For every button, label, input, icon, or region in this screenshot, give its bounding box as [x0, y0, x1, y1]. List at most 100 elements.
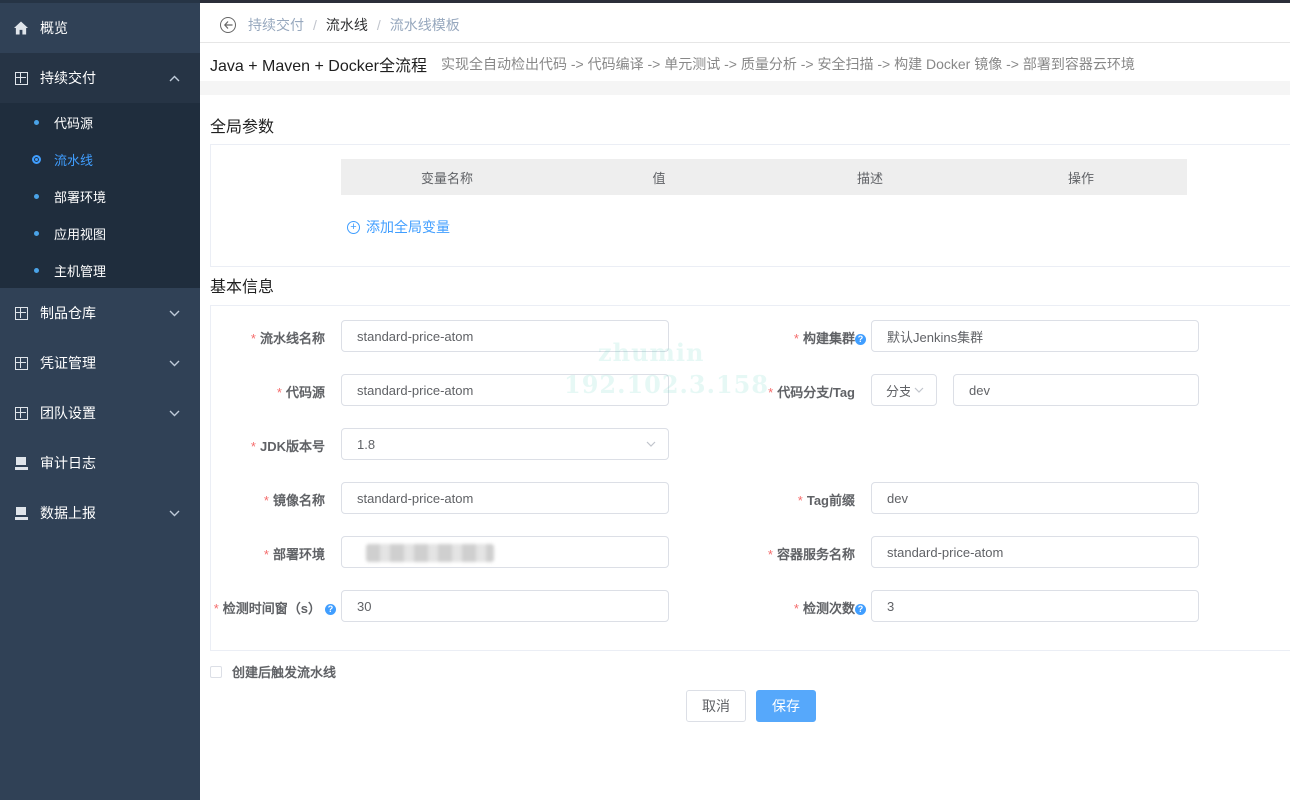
grid-icon: [14, 306, 28, 320]
home-icon: [14, 21, 28, 35]
monitor-icon: [14, 506, 28, 520]
bullet-icon: [34, 231, 39, 236]
redacted-value: [366, 544, 494, 562]
chevron-down-icon: [169, 356, 180, 370]
build-cluster-select[interactable]: 默认Jenkins集群: [871, 320, 1199, 352]
breadcrumb-item-pipeline-template: 流水线模板: [389, 17, 460, 33]
jdk-version-label: * JDK版本号: [250, 439, 325, 454]
check-window-input[interactable]: 30: [341, 590, 669, 622]
check-count-input[interactable]: 3: [871, 590, 1199, 622]
breadcrumb-item-pipeline[interactable]: 流水线: [326, 15, 368, 35]
chevron-down-icon: [914, 384, 924, 396]
check-count-label: * 检测次数?: [794, 598, 866, 617]
sidebar-item-continuous-delivery[interactable]: 持续交付: [0, 53, 200, 103]
check-window-label: * 检测时间窗（s）?: [214, 598, 336, 617]
pipeline-description: 实现全自动检出代码 -> 代码编译 -> 单元测试 -> 质量分析 -> 安全扫…: [441, 56, 1135, 72]
watermark-user: zhumin: [598, 338, 705, 367]
plus-circle-icon: +: [347, 220, 360, 234]
sidebar-item-label: 审计日志: [40, 455, 96, 471]
sidebar-item-label: 制品仓库: [40, 305, 96, 321]
sidebar-item-credentials[interactable]: 凭证管理: [0, 338, 200, 388]
sidebar-subitem-label: 部署环境: [54, 190, 107, 205]
column-header-description: 描述: [856, 170, 884, 186]
sidebar-subitem-deploy-env[interactable]: 部署环境: [0, 178, 200, 215]
breadcrumb-separator: /: [313, 17, 317, 33]
global-params-card: 变量名称 值 描述 操作 + 添加全局变量: [210, 144, 1290, 267]
grid-icon: [14, 406, 28, 420]
chevron-down-icon: [646, 438, 656, 450]
bullet-icon: [34, 120, 39, 125]
divider: [200, 42, 1290, 43]
branch-type-select[interactable]: 分支: [871, 374, 937, 406]
tag-prefix-label: * Tag前缀: [797, 493, 855, 508]
sidebar-item-data-report[interactable]: 数据上报: [0, 488, 200, 538]
jdk-version-select[interactable]: 1.8: [341, 428, 669, 460]
checkbox-box[interactable]: [210, 665, 222, 678]
sidebar-subitem-label: 流水线: [54, 153, 94, 168]
breadcrumb-item-continuous-delivery[interactable]: 持续交付: [248, 15, 304, 35]
sidebar-item-team-settings[interactable]: 团队设置: [0, 388, 200, 438]
sidebar-item-artifact-repo[interactable]: 制品仓库: [0, 288, 200, 338]
sidebar-subitem-pipeline[interactable]: 流水线: [0, 141, 200, 178]
global-params-title: 全局参数: [210, 119, 275, 136]
deploy-env-select[interactable]: [341, 536, 669, 568]
chevron-down-icon: [169, 506, 180, 520]
add-global-variable-button[interactable]: + 添加全局变量: [347, 217, 450, 237]
variables-table-header: 变量名称 值 描述 操作: [341, 159, 1187, 195]
sidebar-subitem-code-source[interactable]: 代码源: [0, 104, 200, 141]
basic-info-title: 基本信息: [210, 279, 275, 296]
image-name-input[interactable]: standard-price-atom: [341, 482, 669, 514]
bullet-icon: [34, 268, 39, 273]
sidebar-item-label: 持续交付: [40, 70, 96, 86]
add-global-variable-label: 添加全局变量: [366, 219, 450, 235]
sidebar-item-label: 概览: [40, 20, 68, 36]
image-name-label: * 镜像名称: [263, 493, 325, 508]
top-bar: [200, 0, 1290, 3]
tag-prefix-input[interactable]: dev: [871, 482, 1199, 514]
chevron-down-icon: [169, 306, 180, 320]
sidebar-subitem-label: 主机管理: [54, 264, 107, 279]
chevron-down-icon: [169, 406, 180, 420]
trigger-after-create-checkbox[interactable]: 创建后触发流水线: [210, 662, 336, 681]
deploy-env-label: * 部署环境: [263, 547, 325, 562]
chevron-up-icon: [169, 71, 180, 85]
sidebar-subitem-host-mgmt[interactable]: 主机管理: [0, 252, 200, 289]
sidebar-item-audit-log[interactable]: 审计日志: [0, 438, 200, 488]
grid-icon: [14, 71, 28, 85]
column-header-value: 值: [652, 170, 666, 186]
branch-name-input[interactable]: dev: [953, 374, 1199, 406]
breadcrumb-separator: /: [376, 17, 381, 33]
grid-icon: [14, 356, 28, 370]
column-header-actions: 操作: [1067, 170, 1095, 186]
help-icon[interactable]: ?: [855, 604, 866, 615]
help-icon[interactable]: ?: [855, 334, 866, 345]
section-divider: [200, 81, 1290, 95]
column-header-variable-name: 变量名称: [420, 170, 474, 186]
sidebar-subitem-label: 代码源: [54, 116, 94, 131]
sidebar-item-overview[interactable]: 概览: [0, 3, 200, 53]
main-content: 持续交付 / 流水线 / 流水线模板 Java + Maven + Docker…: [200, 0, 1290, 800]
cancel-button[interactable]: 取消: [686, 690, 746, 722]
trigger-after-create-label: 创建后触发流水线: [232, 665, 337, 680]
code-source-label: * 代码源: [276, 385, 325, 400]
save-button[interactable]: 保存: [756, 690, 816, 722]
monitor-icon: [14, 456, 28, 470]
sidebar-subitem-label: 应用视图: [54, 227, 107, 242]
bullet-icon: [34, 194, 39, 199]
sidebar-submenu: 代码源 流水线 部署环境 应用视图 主机管理: [0, 103, 200, 288]
sidebar-subitem-app-view[interactable]: 应用视图: [0, 215, 200, 252]
breadcrumb: 持续交付 / 流水线 / 流水线模板: [220, 15, 460, 35]
sidebar-item-label: 数据上报: [40, 505, 96, 521]
pipeline-name-label: * 流水线名称: [250, 331, 325, 346]
back-arrow-icon[interactable]: [220, 17, 236, 33]
sidebar-item-label: 团队设置: [40, 405, 96, 421]
watermark-ip: 192.102.3.158: [564, 370, 770, 399]
help-icon[interactable]: ?: [325, 604, 336, 615]
pipeline-title: Java + Maven + Docker全流程: [210, 58, 427, 75]
sidebar-item-label: 凭证管理: [40, 355, 96, 371]
container-service-input[interactable]: standard-price-atom: [871, 536, 1199, 568]
branch-tag-label: * 代码分支/Tag: [768, 385, 855, 400]
container-service-label: * 容器服务名称: [767, 547, 855, 562]
active-bullet-icon: [32, 155, 41, 164]
sidebar: 概览 持续交付 代码源 流水线 部署环境 应用视图 主机管理 制品仓库 凭证管理…: [0, 0, 200, 800]
